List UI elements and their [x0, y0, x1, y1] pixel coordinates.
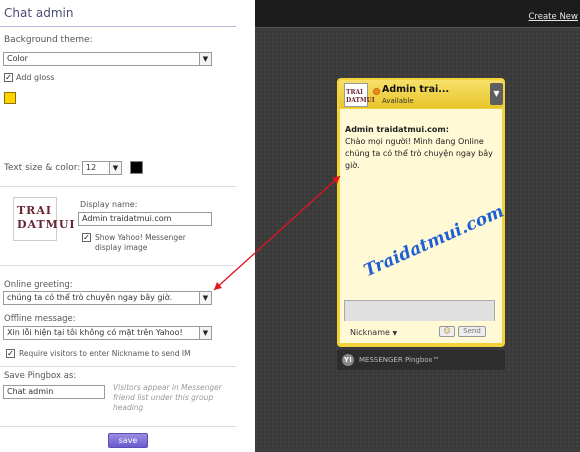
- pingbox-brand-bar: Y! MESSENGER Pingbox™: [337, 350, 505, 370]
- background-theme-label: Background theme:: [4, 35, 93, 45]
- background-theme-select[interactable]: Color ▼: [3, 52, 212, 66]
- chevron-down-icon[interactable]: ▼: [199, 292, 211, 304]
- emoticon-button[interactable]: ☺: [439, 326, 455, 337]
- panel-title: Chat admin: [4, 6, 74, 20]
- send-button[interactable]: Send: [458, 326, 486, 337]
- save-button[interactable]: save: [108, 433, 148, 448]
- offline-message-select[interactable]: Xin lỗi hiện tại tôi không có mặt trên Y…: [3, 326, 212, 340]
- online-greeting-value: chúng ta có thể trò chuyện ngay bây giờ.: [7, 293, 173, 302]
- save-as-label: Save Pingbox as:: [4, 371, 77, 381]
- online-greeting-label: Online greeting:: [4, 280, 73, 290]
- background-theme-value: Color: [7, 54, 28, 63]
- pingbox-footer: Nickname ▼ ☺ Send: [340, 321, 502, 343]
- chevron-down-icon: ▼: [392, 330, 398, 337]
- status-dot-icon: [373, 88, 380, 95]
- avatar-text-top: TRAI: [346, 89, 363, 96]
- section-divider: [0, 426, 236, 427]
- avatar: TRAI DATMUI: [344, 83, 375, 107]
- nickname-label: Nickname: [350, 328, 390, 337]
- display-name-field[interactable]: Admin traidatmui.com: [78, 212, 212, 226]
- save-as-field[interactable]: Chat admin: [3, 385, 105, 399]
- logo-text-bottom: DATMUI: [17, 218, 76, 231]
- chevron-down-icon[interactable]: ▼: [199, 53, 211, 65]
- add-gloss-checkbox[interactable]: ✓: [4, 73, 13, 82]
- show-image-checkbox[interactable]: ✓: [82, 233, 91, 242]
- preview-topbar: Create New: [255, 0, 580, 28]
- text-size-select[interactable]: 12 ▼: [82, 161, 122, 175]
- pingbox-message: Admin traidatmui.com: Chào mọi người! Mì…: [345, 125, 493, 170]
- section-divider: [0, 265, 236, 266]
- create-new-link[interactable]: Create New: [529, 12, 579, 22]
- nickname-dropdown[interactable]: Nickname ▼: [350, 328, 397, 337]
- save-as-hint: Visitors appear in Messenger friend list…: [113, 383, 222, 412]
- pingbox-menu-button[interactable]: ▼: [490, 83, 503, 105]
- chevron-down-icon[interactable]: ▼: [199, 327, 211, 339]
- require-nickname-label: Require visitors to enter Nickname to se…: [19, 349, 191, 358]
- offline-message-label: Offline message:: [4, 314, 76, 324]
- brand-text: MESSENGER Pingbox™: [359, 356, 440, 364]
- section-divider: [0, 366, 236, 367]
- require-nickname-checkbox[interactable]: ✓: [6, 349, 15, 358]
- display-name-label: Display name:: [80, 200, 138, 209]
- chevron-down-icon[interactable]: ▼: [109, 162, 121, 174]
- add-gloss-label: Add gloss: [16, 73, 55, 82]
- text-size-color-label: Text size & color:: [4, 163, 81, 173]
- message-sender: Admin traidatmui.com: [345, 125, 446, 134]
- theme-color-swatch[interactable]: [4, 92, 16, 104]
- display-image-logo: TRAI DATMUI: [13, 197, 75, 241]
- avatar-text-bottom: DATMUI: [346, 97, 375, 104]
- show-image-label: Show Yahoo! Messenger display image: [95, 233, 186, 252]
- section-divider: [0, 186, 236, 187]
- title-divider: [0, 26, 236, 27]
- text-color-swatch[interactable]: [130, 161, 143, 174]
- offline-message-value: Xin lỗi hiện tại tôi không có mặt trên Y…: [7, 328, 183, 337]
- logo-text-top: TRAI: [17, 204, 53, 217]
- message-text: Chào mọi người! Mình đang Online chúng t…: [345, 137, 493, 170]
- online-greeting-select[interactable]: chúng ta có thể trò chuyện ngay bây giờ.…: [3, 291, 212, 305]
- text-size-value: 12: [86, 163, 97, 172]
- preview-area: Create New TRAI DATMUI Admin trai... Ava…: [255, 0, 580, 452]
- settings-panel: Chat admin Background theme: Color ▼ ✓ A…: [0, 0, 236, 452]
- yahoo-logo-icon: Y!: [342, 354, 354, 366]
- pingbox-status: Available: [382, 97, 414, 105]
- pingbox-header: TRAI DATMUI Admin trai... Available ▼: [339, 80, 503, 108]
- pingbox-name: Admin trai...: [382, 84, 450, 95]
